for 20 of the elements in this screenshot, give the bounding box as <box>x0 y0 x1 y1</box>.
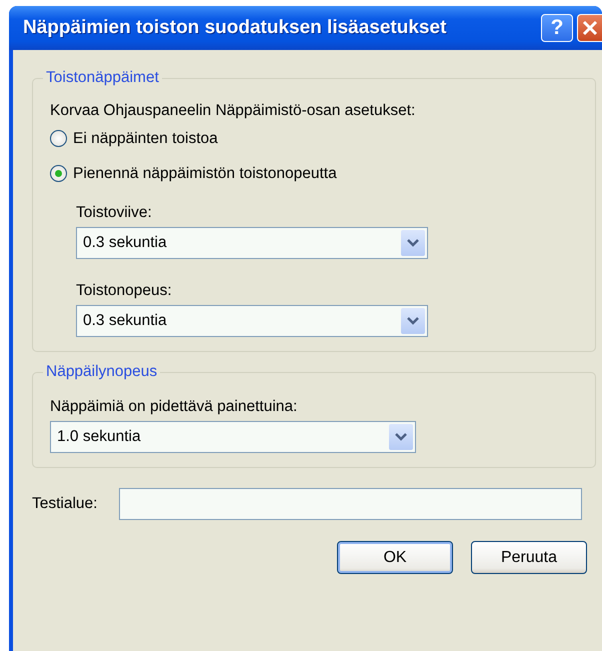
dropdown-field[interactable]: 0.3 sekuntia <box>76 227 428 259</box>
field-label: Toistonopeus: <box>76 281 173 301</box>
radio-label[interactable]: Ei näppäinten toistoa <box>73 126 218 150</box>
field-label: Testialue: <box>32 494 98 514</box>
dropdown-field[interactable]: 1.0 sekuntia <box>50 421 416 453</box>
radio-button[interactable] <box>50 165 67 182</box>
radio-button[interactable] <box>50 130 67 147</box>
radio-label[interactable]: Pienennä näppäimistön toistonopeutta <box>73 162 337 186</box>
test-input-field[interactable] <box>119 488 582 520</box>
field-label: Näppäimiä on pidettävä painettuina: <box>50 397 298 417</box>
close-icon <box>581 19 599 37</box>
group-legend: Näppäilynopeus <box>43 363 160 381</box>
window-title: Näppäimien toiston suodatuksen lisäasetukset <box>23 16 446 40</box>
group-legend: Toistonäppäimet <box>43 69 162 87</box>
instruction-text: Korvaa Ohjauspaneelin Näppäimistö-osan asetukset: <box>50 101 416 121</box>
dropdown-field[interactable]: 0.3 sekuntia <box>76 305 428 337</box>
close-button[interactable] <box>577 14 602 42</box>
dialog-button[interactable]: OK <box>337 541 453 574</box>
dialog-button[interactable]: Peruuta <box>471 541 587 574</box>
field-label: Toistoviive: <box>76 203 153 223</box>
